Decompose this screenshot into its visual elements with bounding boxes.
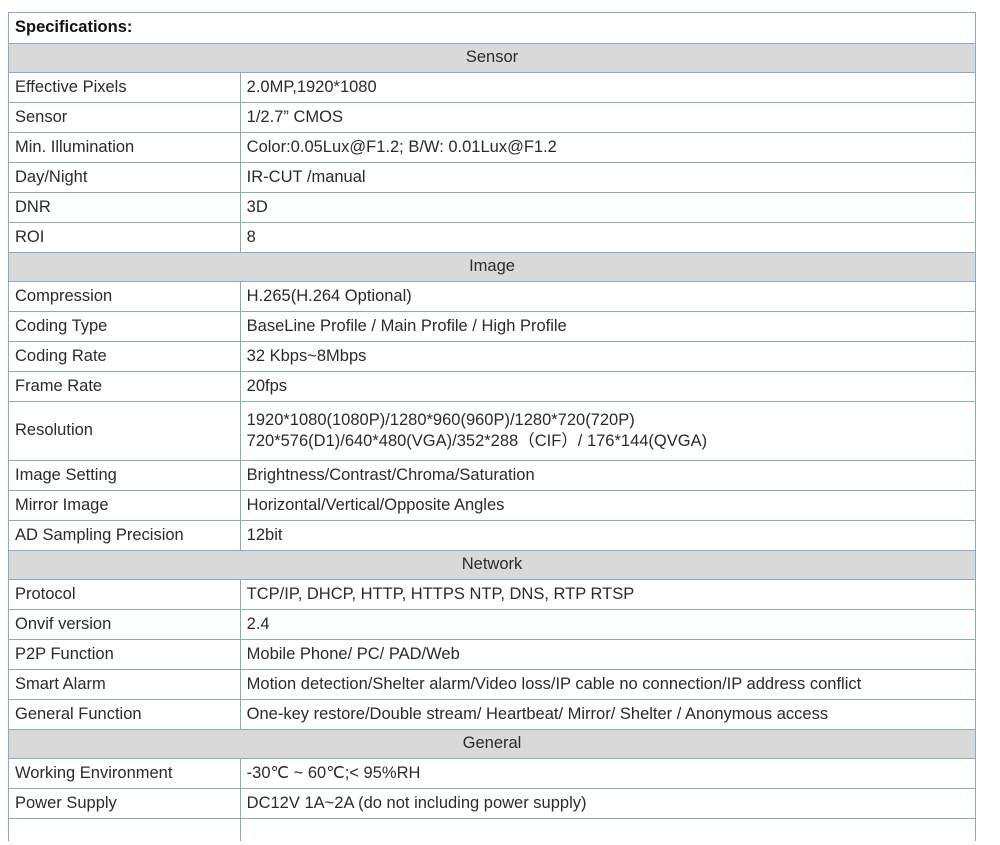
spec-value: Mobile Phone/ PC/ PAD/Web: [239, 639, 977, 670]
section-header-label: Image: [8, 252, 976, 282]
spec-value-line: 720*576(D1)/640*480(VGA)/352*288（CIF）/ 1…: [246, 432, 708, 450]
spec-label: Day/Night: [8, 162, 241, 193]
spec-value: Horizontal/Vertical/Opposite Angles: [239, 490, 977, 521]
spec-label: Coding Type: [8, 311, 241, 342]
spec-label: Smart Alarm: [8, 669, 241, 700]
table-row: Resolution 1920*1080(1080P)/1280*960(960P…: [8, 401, 977, 461]
section-header-label: General: [8, 729, 976, 759]
table-row: Day/Night IR-CUT /manual: [8, 162, 977, 193]
table-row: Protocol TCP/IP, DHCP, HTTP, HTTPS NTP, D…: [8, 579, 977, 610]
spec-label: DNR: [8, 192, 241, 223]
table-title-row: Specifications:: [8, 12, 976, 44]
spec-label: [8, 818, 241, 841]
spec-value: BaseLine Profile / Main Profile / High P…: [239, 311, 977, 342]
spec-value: 2.4: [239, 609, 977, 640]
table-row-partial: [8, 818, 977, 841]
table-row: Min. Illumination Color:0.05Lux@F1.2; B/W…: [8, 132, 977, 163]
spec-label: Resolution: [8, 401, 241, 461]
spec-value-line: 1920*1080(1080P)/1280*960(960P)/1280*720…: [246, 410, 635, 429]
spec-label: Compression: [8, 281, 241, 312]
table-row: Mirror Image Horizontal/Vertical/Opposite…: [8, 490, 977, 521]
spec-value: Color:0.05Lux@F1.2; B/W: 0.01Lux@F1.2: [239, 132, 977, 163]
spec-label: Effective Pixels: [8, 72, 241, 103]
table-row: Working Environment -30℃ ~ 60℃;< 95%RH: [8, 758, 977, 789]
spec-label: Coding Rate: [8, 341, 241, 372]
spec-value: H.265(H.264 Optional): [239, 281, 977, 312]
spec-value: IR-CUT /manual: [239, 162, 977, 193]
spec-label: Protocol: [8, 579, 241, 610]
spec-label: ROI: [8, 222, 241, 253]
spec-value: 32 Kbps~8Mbps: [239, 341, 977, 372]
spec-value: [239, 818, 977, 841]
spec-label: Image Setting: [8, 460, 241, 491]
table-row: Power Supply DC12V 1A~2A (do not includin…: [8, 788, 977, 819]
spec-label: Onvif version: [8, 609, 241, 640]
table-row: DNR 3D: [8, 192, 977, 223]
table-row: AD Sampling Precision 12bit: [8, 520, 977, 551]
spec-value: 8: [239, 222, 977, 253]
table-row: Compression H.265(H.264 Optional): [8, 281, 977, 312]
table-row: Coding Rate 32 Kbps~8Mbps: [8, 341, 977, 372]
spec-value: 20fps: [239, 371, 977, 402]
spec-value: 2.0MP,1920*1080: [239, 72, 977, 103]
section-header-row: Sensor: [8, 43, 976, 73]
table-row: Smart Alarm Motion detection/Shelter alar…: [8, 669, 977, 700]
specifications-table: Specifications: Sensor Effective Pixels 2.…: [8, 12, 977, 841]
table-row: Frame Rate 20fps: [8, 371, 977, 402]
spec-value: 12bit: [239, 520, 977, 551]
spec-label: AD Sampling Precision: [8, 520, 241, 551]
spec-value: Brightness/Contrast/Chroma/Saturation: [239, 460, 977, 491]
spec-value: 1920*1080(1080P)/1280*960(960P)/1280*720…: [239, 401, 977, 461]
section-header-label: Network: [8, 550, 976, 580]
specifications-sheet: Specifications: Sensor Effective Pixels 2.…: [0, 12, 1000, 845]
table-row: General Function One-key restore/Double s…: [8, 699, 977, 730]
spec-label: General Function: [8, 699, 241, 730]
table-row: Coding Type BaseLine Profile / Main Profi…: [8, 311, 977, 342]
spec-value: -30℃ ~ 60℃;< 95%RH: [239, 758, 977, 789]
table-row: P2P Function Mobile Phone/ PC/ PAD/Web: [8, 639, 977, 670]
spec-label: Mirror Image: [8, 490, 241, 521]
section-header-row: Image: [8, 252, 976, 282]
spec-value: One-key restore/Double stream/ Heartbeat…: [239, 699, 977, 730]
spec-label: Frame Rate: [8, 371, 241, 402]
spec-label: P2P Function: [8, 639, 241, 670]
spec-value: 1/2.7” CMOS: [239, 102, 977, 133]
spec-label: Working Environment: [8, 758, 241, 789]
section-header-label: Sensor: [8, 43, 976, 73]
table-row: Image Setting Brightness/Contrast/Chroma/…: [8, 460, 977, 491]
table-row: Onvif version 2.4: [8, 609, 977, 640]
section-header-row: General: [8, 729, 976, 759]
table-row: Sensor 1/2.7” CMOS: [8, 102, 977, 133]
spec-label: Power Supply: [8, 788, 241, 819]
spec-label: Min. Illumination: [8, 132, 241, 163]
table-row: Effective Pixels 2.0MP,1920*1080: [8, 72, 977, 103]
page-title: Specifications:: [8, 12, 976, 44]
spec-value: DC12V 1A~2A (do not including power supp…: [239, 788, 977, 819]
section-header-row: Network: [8, 550, 976, 580]
spec-value: 3D: [239, 192, 977, 223]
spec-value: TCP/IP, DHCP, HTTP, HTTPS NTP, DNS, RTP …: [239, 579, 977, 610]
specifications-table-body: Specifications: Sensor Effective Pixels 2.…: [8, 12, 977, 841]
table-row: ROI 8: [8, 222, 977, 253]
spec-label: Sensor: [8, 102, 241, 133]
spec-value: Motion detection/Shelter alarm/Video los…: [239, 669, 977, 700]
